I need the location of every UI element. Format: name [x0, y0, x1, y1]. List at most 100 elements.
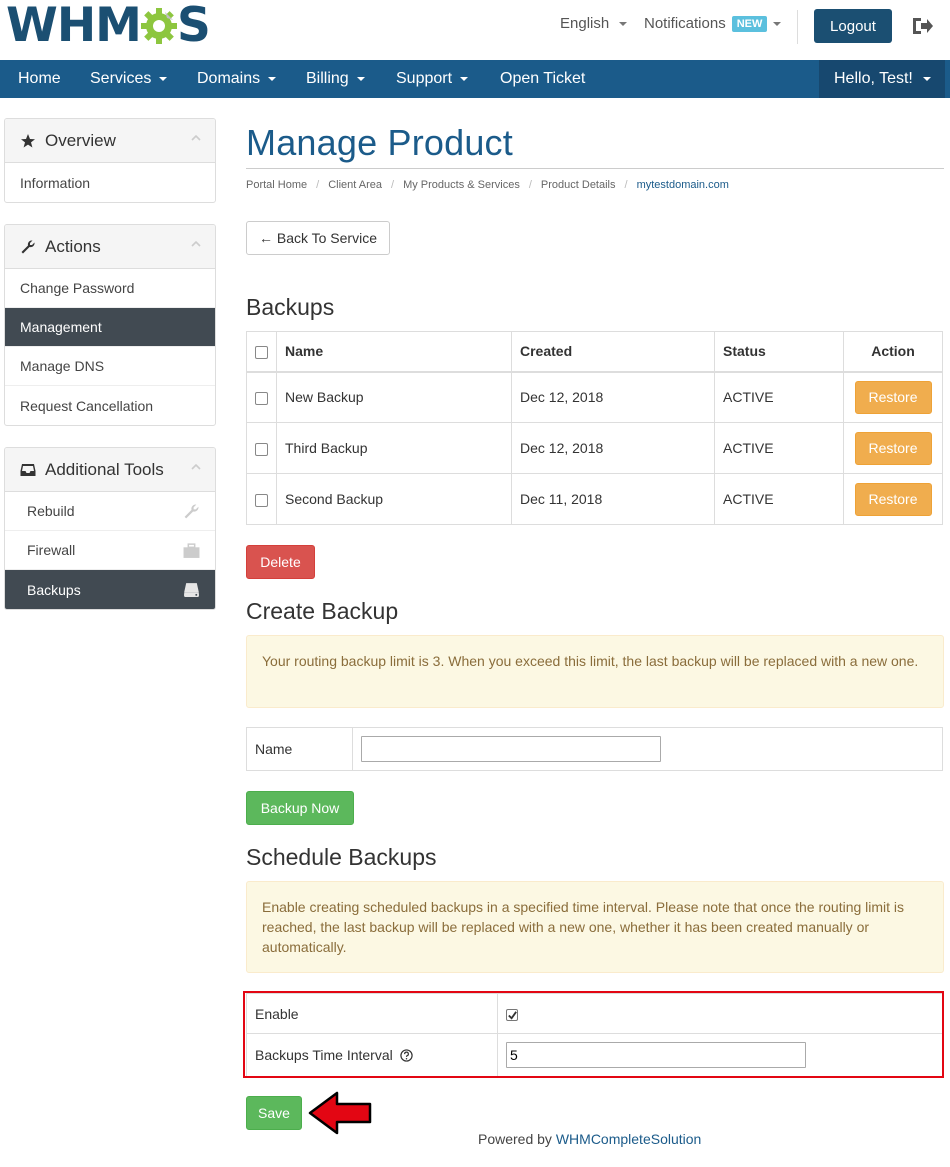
backup-now-button[interactable]: Backup Now	[246, 791, 354, 825]
sidebar-item-request-cancellation[interactable]: Request Cancellation	[5, 386, 215, 425]
sidebar-item-label: Change Password	[20, 280, 135, 296]
breadcrumb-my-products[interactable]: My Products & Services	[403, 179, 520, 191]
row-checkbox[interactable]	[255, 493, 268, 507]
caret-down-icon	[773, 21, 782, 26]
sidebar-item-management[interactable]: Management	[5, 308, 215, 347]
backup-created: Dec 12, 2018	[511, 422, 715, 474]
sidebar-item-rebuild[interactable]: Rebuild	[5, 492, 215, 531]
breadcrumb-separator: /	[316, 179, 320, 191]
nav-support-label: Support	[396, 70, 453, 87]
user-menu[interactable]: Hello, Test!	[819, 60, 945, 98]
checkmark-icon	[508, 1011, 517, 1020]
column-status: Status	[714, 331, 844, 373]
sidebar-item-label: Information	[20, 174, 91, 191]
nav-domains[interactable]: Domains	[197, 60, 277, 98]
breadcrumb-product-details[interactable]: Product Details	[541, 179, 616, 191]
create-backup-form: Name	[246, 727, 943, 771]
overview-title: Overview	[45, 130, 116, 150]
breadcrumb-portal-home[interactable]: Portal Home	[246, 179, 307, 191]
user-greeting: Hello, Test!	[834, 70, 913, 87]
tools-panel-header[interactable]: Additional Tools	[5, 448, 215, 492]
row-select-cell	[246, 371, 277, 423]
chevron-up-icon[interactable]	[191, 464, 201, 470]
breadcrumb-domain: mytestdomain.com	[636, 179, 729, 191]
enable-checkbox[interactable]	[506, 1008, 518, 1021]
sidebar-item-firewall[interactable]: Firewall	[5, 531, 215, 570]
column-action: Action	[843, 331, 943, 373]
sidebar-item-manage-dns[interactable]: Manage DNS	[5, 347, 215, 386]
nav-services[interactable]: Services	[90, 60, 168, 98]
delete-button[interactable]: Delete	[246, 545, 315, 579]
enable-checkbox-cell	[497, 993, 943, 1034]
select-all-checkbox[interactable]	[255, 346, 268, 360]
table-row: New Backup Dec 12, 2018 ACTIVE Restore	[246, 371, 943, 423]
backup-limit-alert: Your routing backup limit is 3. When you…	[246, 635, 944, 708]
caret-down-icon	[460, 77, 469, 81]
interval-label: Backups Time Interval	[255, 1047, 393, 1063]
restore-button[interactable]: Restore	[854, 482, 932, 516]
schedule-backups-heading: Schedule Backups	[246, 844, 437, 870]
backup-status: ACTIVE	[714, 371, 844, 423]
schedule-form: Enable Backups Time Interval	[246, 993, 943, 1077]
language-label: English	[560, 15, 610, 32]
help-icon[interactable]	[399, 1049, 413, 1062]
backup-name: Third Backup	[276, 422, 512, 474]
nav-domains-label: Domains	[197, 70, 261, 87]
form-row-name: Name	[246, 727, 943, 771]
sidebar-item-label: Rebuild	[27, 503, 75, 519]
actions-panel-header[interactable]: Actions	[5, 225, 215, 269]
caret-down-icon	[922, 77, 931, 81]
backup-action-cell: Restore	[843, 473, 943, 525]
sidebar-item-label: Manage DNS	[20, 358, 105, 374]
notifications-label: Notifications	[644, 15, 726, 32]
logo-text-left: WHM	[6, 0, 142, 53]
language-dropdown[interactable]: English	[560, 15, 628, 32]
chevron-up-icon[interactable]	[191, 241, 201, 247]
back-to-service-button[interactable]: ← Back To Service	[246, 221, 390, 255]
name-input-cell	[352, 727, 943, 771]
row-select-cell	[246, 473, 277, 525]
breadcrumb-separator: /	[391, 179, 395, 191]
whmcs-logo[interactable]: WHM S	[6, 0, 211, 53]
star-icon	[21, 133, 35, 147]
row-checkbox[interactable]	[255, 442, 268, 456]
arrow-left-icon	[308, 1091, 372, 1135]
column-created: Created	[511, 331, 715, 373]
logout-button[interactable]: Logout	[814, 9, 892, 43]
nav-support[interactable]: Support	[396, 60, 469, 98]
footer-link[interactable]: WHMCompleteSolution	[556, 1131, 702, 1147]
title-divider	[246, 168, 944, 169]
chevron-up-icon[interactable]	[191, 135, 201, 141]
backup-name: New Backup	[276, 371, 512, 423]
backup-name-input[interactable]	[361, 736, 661, 762]
interval-input[interactable]	[506, 1042, 806, 1068]
new-badge: NEW	[731, 15, 768, 32]
restore-button[interactable]: Restore	[854, 380, 932, 414]
overview-panel-header[interactable]: Overview	[5, 119, 215, 163]
notifications-dropdown[interactable]: Notifications NEW	[644, 15, 782, 32]
sidebar-item-backups[interactable]: Backups	[5, 570, 215, 609]
form-row-enable: Enable	[246, 993, 943, 1034]
breadcrumb: Portal Home / Client Area / My Products …	[246, 179, 729, 191]
exit-icon[interactable]	[910, 14, 934, 38]
sidebar-item-change-password[interactable]: Change Password	[5, 269, 215, 308]
nav-billing[interactable]: Billing	[306, 60, 365, 98]
backup-created: Dec 12, 2018	[511, 371, 715, 423]
save-button[interactable]: Save	[246, 1096, 302, 1130]
nav-open-ticket[interactable]: Open Ticket	[500, 60, 585, 98]
row-checkbox[interactable]	[255, 392, 268, 406]
restore-button[interactable]: Restore	[854, 431, 932, 465]
breadcrumb-client-area[interactable]: Client Area	[328, 179, 382, 191]
sidebar-actions-panel: Actions Change Password Management Manag…	[4, 224, 216, 426]
sidebar-item-information[interactable]: Information	[5, 163, 215, 202]
caret-down-icon	[356, 77, 365, 81]
interval-input-cell	[497, 1033, 943, 1077]
sidebar-item-label: Management	[20, 319, 102, 335]
nav-home[interactable]: Home	[18, 60, 61, 98]
sidebar-item-label: Request Cancellation	[20, 397, 154, 414]
backup-created: Dec 11, 2018	[511, 473, 715, 525]
nav-home-label: Home	[18, 70, 61, 87]
backup-status: ACTIVE	[714, 422, 844, 474]
backup-status: ACTIVE	[714, 473, 844, 525]
inbox-icon	[20, 463, 36, 476]
